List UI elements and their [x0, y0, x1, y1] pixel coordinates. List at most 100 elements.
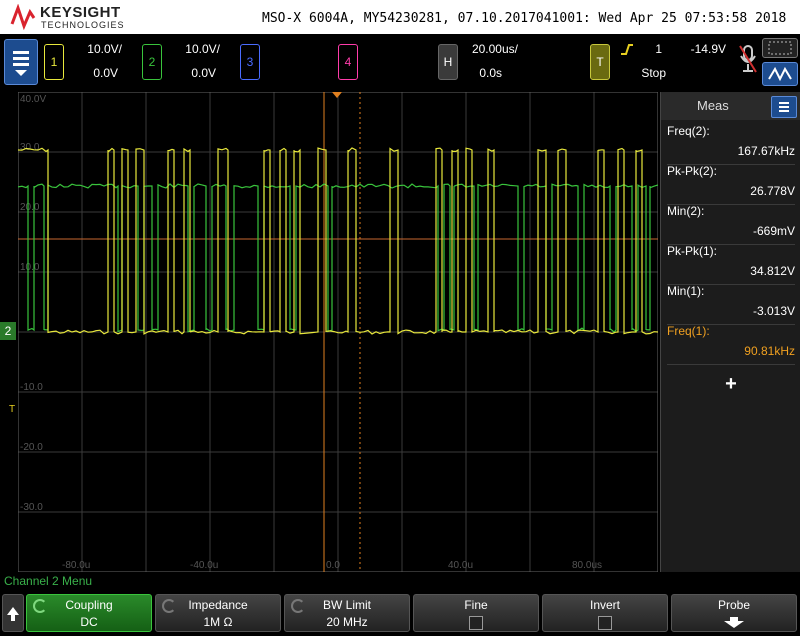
back-arrow-icon	[7, 607, 19, 621]
channel-4-key[interactable]: 4	[338, 44, 358, 80]
softkey-label: Fine	[464, 598, 488, 612]
fine-softkey[interactable]: Fine	[413, 594, 539, 632]
graticule: 40.0V 30.0 20.0 10.0 -10.0 -20.0 -30.0 -…	[17, 91, 659, 573]
trigger-marker-label: T	[8, 404, 16, 415]
meas-header: Meas	[661, 92, 800, 120]
brand-subtitle: TECHNOLOGIES	[41, 20, 125, 30]
meas-item[interactable]: Min(1): -3.013V	[667, 284, 795, 325]
softkey-bar: Coupling DC Impedance 1M Ω BW Limit 20 M…	[0, 592, 800, 632]
menu-icon	[13, 51, 29, 76]
horizontal-key[interactable]: H	[438, 44, 458, 80]
meas-label: Pk-Pk(1):	[667, 244, 718, 258]
time-scale: 20.00us/	[471, 42, 518, 56]
y-label: 40.0V	[20, 94, 46, 105]
x-label: 40.0u	[448, 560, 473, 571]
channel-2-offset: 0.0V	[191, 66, 216, 80]
meas-value: 26.778V	[750, 184, 795, 198]
add-measurement-button[interactable]: +	[667, 368, 795, 400]
softkey-label: Impedance	[188, 598, 248, 612]
trigger-key-label: T	[596, 55, 604, 69]
channel-1-scale: 10.0V/	[87, 42, 122, 56]
run-state: Stop	[641, 66, 666, 80]
horizontal-key-label: H	[443, 55, 453, 69]
meas-value: 90.81kHz	[744, 344, 795, 358]
trigger-level-marker[interactable]: T	[6, 404, 18, 424]
submenu-arrow-icon	[724, 617, 744, 628]
channel-1-offset: 0.0V	[93, 66, 118, 80]
meas-item[interactable]: Freq(1): 90.81kHz	[667, 324, 795, 365]
meas-label: Freq(1):	[667, 324, 710, 338]
x-label: -80.0u	[62, 560, 90, 571]
time-position: 0.0s	[479, 66, 502, 80]
title-bar: KEYSIGHT TECHNOLOGIES MSO-X 6004A, MY542…	[0, 0, 800, 34]
meas-item[interactable]: Pk-Pk(2): 26.778V	[667, 164, 795, 205]
zoom-toggle-button[interactable]	[762, 38, 798, 58]
y-label: 10.0	[20, 262, 40, 273]
bw-limit-softkey[interactable]: BW Limit 20 MHz	[284, 594, 410, 632]
waveform-icon	[768, 66, 792, 82]
trigger-level: -14.9V	[690, 42, 726, 56]
trigger-key[interactable]: T	[590, 44, 610, 80]
x-label: 80.0us	[572, 560, 602, 571]
meas-item[interactable]: Freq(2): 167.67kHz	[667, 124, 795, 165]
softkey-value: 1M Ω	[203, 615, 233, 629]
instrument-title: MSO-X 6004A, MY54230281, 07.10.201704100…	[262, 11, 787, 26]
meas-value: 167.67kHz	[737, 144, 795, 158]
list-icon	[779, 102, 789, 112]
channel-2-ground-marker[interactable]: 2	[0, 322, 16, 340]
meas-value: 34.812V	[750, 264, 795, 278]
meas-label: Pk-Pk(2):	[667, 164, 718, 178]
meas-label: Min(2):	[667, 204, 705, 218]
channel-3-number: 3	[246, 55, 254, 69]
y-label: 20.0	[20, 202, 40, 213]
meas-item[interactable]: Pk-Pk(1): 34.812V	[667, 244, 795, 285]
x-label: -40.0u	[190, 560, 218, 571]
touch-toggle-button[interactable]	[762, 62, 798, 86]
invert-checkbox[interactable]	[598, 616, 612, 630]
waveform-display[interactable]: 40.0V 30.0 20.0 10.0 -10.0 -20.0 -30.0 -…	[17, 91, 659, 573]
channel-1-key[interactable]: 1	[44, 44, 64, 80]
trigger-source: 1	[655, 42, 662, 56]
meas-item[interactable]: Min(2): -669mV	[667, 204, 795, 245]
channel-toolbar: 1 10.0V/ 0.0V 2 10.0V/ 0.0V 3 4 H 20.00u…	[0, 34, 800, 92]
softkey-value: DC	[80, 615, 98, 629]
softkey-label: Probe	[717, 598, 751, 612]
fine-checkbox[interactable]	[469, 616, 483, 630]
keysight-wave-icon	[10, 4, 36, 30]
meas-value: -669mV	[752, 224, 795, 238]
channel-3-key[interactable]: 3	[240, 44, 260, 80]
channel-2-marker-label: 2	[4, 324, 12, 338]
brand-name: KEYSIGHT	[40, 4, 121, 21]
impedance-softkey[interactable]: Impedance 1M Ω	[155, 594, 281, 632]
meas-value: -3.013V	[752, 304, 795, 318]
add-measurement-icon: +	[725, 373, 737, 395]
channel-4-number: 4	[344, 55, 352, 69]
meas-menu-button[interactable]	[771, 96, 797, 118]
y-label: -10.0	[20, 382, 43, 393]
back-button[interactable]	[2, 594, 24, 632]
softkey-label: BW Limit	[323, 598, 371, 612]
main-menu-button[interactable]	[4, 39, 38, 85]
status-line: Channel 2 Menu	[4, 574, 93, 588]
y-label: 30.0	[20, 142, 40, 153]
meas-title: Meas	[697, 98, 729, 113]
y-label: -20.0	[20, 442, 43, 453]
zoom-icon	[768, 41, 792, 55]
x-label: 0.0	[326, 560, 340, 571]
softkey-label: Coupling	[65, 598, 113, 612]
meas-label: Freq(2):	[667, 124, 710, 138]
keysight-logo: KEYSIGHT TECHNOLOGIES	[10, 2, 130, 32]
softkey-value: 20 MHz	[326, 615, 368, 629]
channel-2-number: 2	[148, 55, 156, 69]
channel-2-key[interactable]: 2	[142, 44, 162, 80]
microphone-icon[interactable]	[738, 44, 758, 74]
measurements-panel: Meas Freq(2): 167.67kHz Pk-Pk(2): 26.778…	[660, 92, 800, 572]
rising-edge-icon	[621, 44, 633, 55]
y-label: -30.0	[20, 502, 43, 513]
channel-2-scale: 10.0V/	[185, 42, 220, 56]
softkey-label: Invert	[589, 598, 620, 612]
probe-softkey[interactable]: Probe	[671, 594, 797, 632]
invert-softkey[interactable]: Invert	[542, 594, 668, 632]
coupling-softkey[interactable]: Coupling DC	[26, 594, 152, 632]
meas-label: Min(1):	[667, 284, 705, 298]
